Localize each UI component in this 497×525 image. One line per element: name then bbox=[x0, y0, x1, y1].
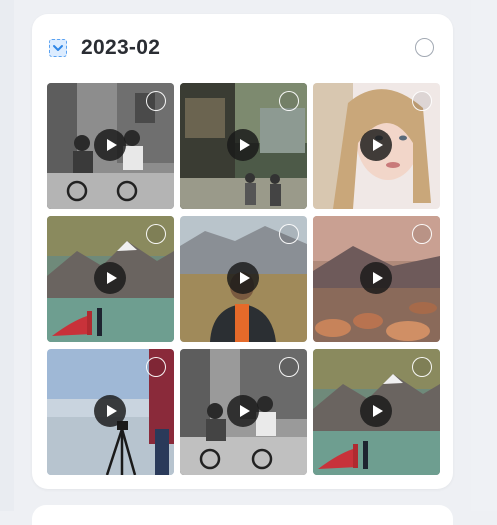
select-radio[interactable] bbox=[412, 357, 432, 377]
select-radio[interactable] bbox=[279, 91, 299, 111]
play-icon bbox=[94, 262, 126, 294]
play-icon bbox=[94, 129, 126, 161]
media-thumbnail-2[interactable] bbox=[180, 83, 307, 209]
right-panel-edge bbox=[471, 0, 497, 511]
media-thumbnail-9[interactable] bbox=[313, 349, 440, 475]
media-thumbnail-3[interactable] bbox=[313, 83, 440, 209]
left-panel-edge bbox=[0, 0, 14, 511]
media-thumbnail-1[interactable] bbox=[47, 83, 174, 209]
media-thumbnail-6[interactable] bbox=[313, 216, 440, 342]
play-icon bbox=[360, 395, 392, 427]
media-thumbnail-8[interactable] bbox=[180, 349, 307, 475]
media-thumbnail-5[interactable] bbox=[180, 216, 307, 342]
media-thumbnail-7[interactable] bbox=[47, 349, 174, 475]
next-date-group-card bbox=[32, 505, 453, 525]
play-icon bbox=[360, 262, 392, 294]
group-date-title: 2023-02 bbox=[81, 36, 161, 59]
group-select-all-radio[interactable] bbox=[415, 38, 434, 57]
date-group-card: 2023-02 bbox=[32, 14, 453, 489]
select-radio[interactable] bbox=[279, 224, 299, 244]
chevron-down-icon bbox=[53, 45, 63, 51]
play-icon bbox=[94, 395, 126, 427]
group-select-checkbox[interactable] bbox=[49, 39, 67, 57]
media-thumbnail-4[interactable] bbox=[47, 216, 174, 342]
play-icon bbox=[227, 262, 259, 294]
play-icon bbox=[227, 129, 259, 161]
play-icon bbox=[360, 129, 392, 161]
select-radio[interactable] bbox=[412, 91, 432, 111]
select-radio[interactable] bbox=[279, 357, 299, 377]
select-radio[interactable] bbox=[146, 357, 166, 377]
date-group-header: 2023-02 bbox=[32, 14, 453, 84]
select-radio[interactable] bbox=[146, 91, 166, 111]
select-radio[interactable] bbox=[146, 224, 166, 244]
play-icon bbox=[227, 395, 259, 427]
select-radio[interactable] bbox=[412, 224, 432, 244]
